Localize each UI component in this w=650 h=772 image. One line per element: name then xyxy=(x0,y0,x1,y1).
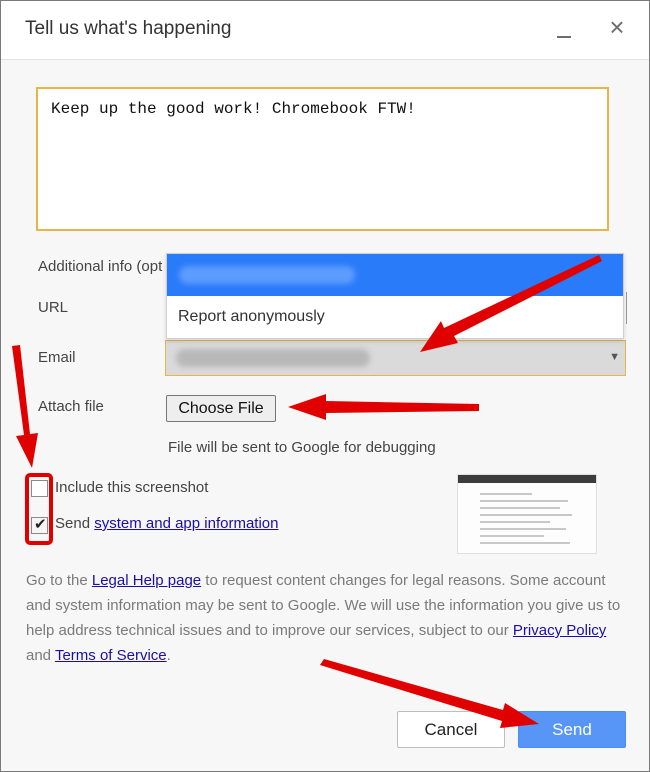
thumbnail-line xyxy=(480,500,568,502)
choose-file-button[interactable]: Choose File xyxy=(166,395,276,422)
thumbnail-line xyxy=(480,514,572,516)
legal-text-part: . xyxy=(166,647,171,664)
thumbnail-line xyxy=(480,521,550,523)
thumbnail-browser-bar xyxy=(458,475,596,483)
email-value-redacted xyxy=(176,349,370,367)
legal-help-link[interactable]: Legal Help page xyxy=(92,572,201,589)
thumbnail-line xyxy=(480,542,570,544)
description-textarea[interactable]: Keep up the good work! Chromebook FTW! xyxy=(36,87,609,231)
include-screenshot-label: Include this screenshot xyxy=(55,479,209,496)
url-label: URL xyxy=(38,299,69,316)
dialog-title: Tell us what's happening xyxy=(25,18,232,39)
legal-text-part: and xyxy=(26,647,55,664)
send-prefix: Send xyxy=(55,515,91,532)
legal-text: Go to the Legal Help page to request con… xyxy=(26,568,626,668)
email-select[interactable]: ▼ xyxy=(165,340,626,376)
cancel-button[interactable]: Cancel xyxy=(397,711,505,748)
feedback-dialog: Tell us what's happening × Keep up the g… xyxy=(0,0,650,772)
thumbnail-line xyxy=(480,535,544,537)
title-bar: Tell us what's happening × xyxy=(1,1,649,60)
thumbnail-line xyxy=(480,528,566,530)
terms-of-service-link[interactable]: Terms of Service xyxy=(55,647,167,664)
additional-info-label: Additional info (opt xyxy=(38,258,163,275)
close-icon[interactable]: × xyxy=(605,14,629,40)
screenshot-thumbnail[interactable] xyxy=(457,474,597,554)
privacy-policy-link[interactable]: Privacy Policy xyxy=(513,622,606,639)
thumbnail-line xyxy=(480,507,560,509)
attach-file-label: Attach file xyxy=(38,398,104,415)
system-info-link[interactable]: system and app information xyxy=(94,515,278,532)
file-note: File will be sent to Google for debuggin… xyxy=(168,439,436,456)
email-option-redacted xyxy=(179,266,355,284)
minimize-icon[interactable] xyxy=(554,15,576,39)
checkbox-highlight-box xyxy=(25,473,53,545)
email-label: Email xyxy=(38,349,76,366)
send-button[interactable]: Send xyxy=(518,711,626,748)
email-dropdown-list[interactable]: Report anonymously xyxy=(166,253,624,339)
send-system-info-label: Send system and app information xyxy=(55,515,278,532)
dropdown-option-email-redacted[interactable] xyxy=(167,254,623,296)
dropdown-option-report-anonymously[interactable]: Report anonymously xyxy=(178,308,325,326)
thumbnail-line xyxy=(480,493,532,495)
chevron-down-icon: ▼ xyxy=(609,351,620,363)
legal-text-part: Go to the xyxy=(26,572,92,589)
